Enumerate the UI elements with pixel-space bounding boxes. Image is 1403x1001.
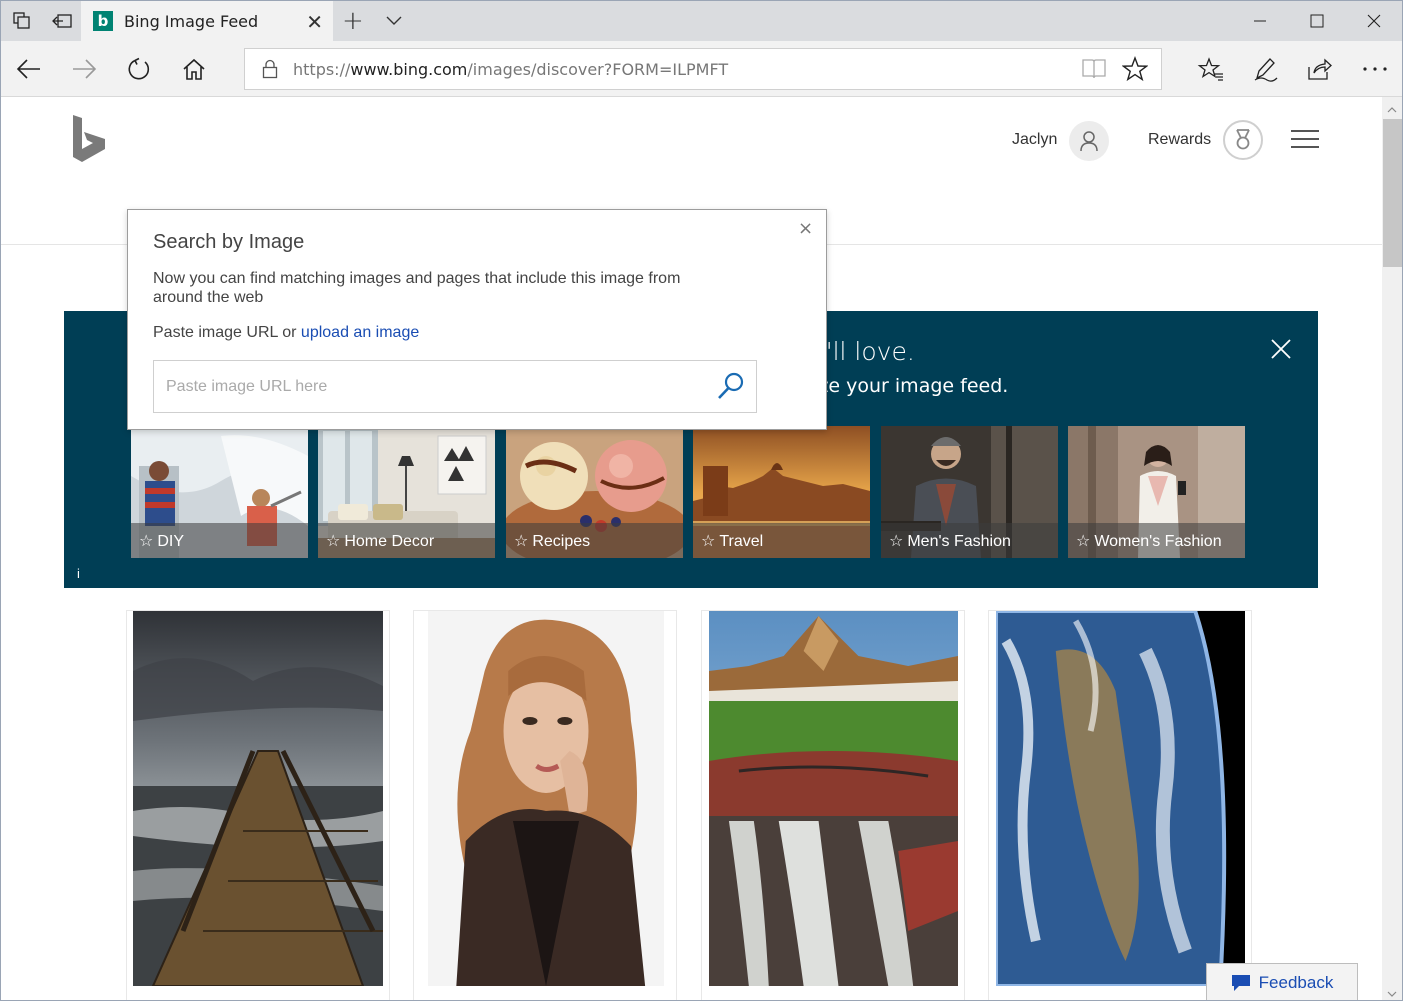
close-window-button[interactable]: [1346, 1, 1402, 41]
image-url-input[interactable]: [153, 360, 757, 413]
topic-tile-travel[interactable]: ☆ Travel: [693, 426, 870, 558]
browser-window: b Bing Image Feed ✕ + https://www.bing.c…: [0, 0, 1403, 1001]
tab-manager-icon[interactable]: [9, 9, 35, 33]
minimize-button[interactable]: [1232, 1, 1288, 41]
web-note-pen-icon[interactable]: [1250, 53, 1282, 85]
reading-view-icon[interactable]: [1081, 57, 1107, 86]
back-button[interactable]: [13, 53, 45, 85]
set-aside-tabs-icon[interactable]: [49, 9, 75, 33]
topic-tile-womens-fashion[interactable]: ☆ Women's Fashion: [1068, 426, 1245, 558]
avatar-icon[interactable]: [1069, 121, 1109, 161]
feed-card-portrait[interactable]: [413, 610, 677, 1000]
star-icon: ☆: [1076, 531, 1091, 550]
search-by-image-popup: Search by Image × Now you can find match…: [127, 209, 827, 430]
rewards-trophy-icon[interactable]: [1223, 120, 1263, 160]
bing-logo-icon[interactable]: [71, 115, 111, 165]
topic-label: ☆ DIY: [139, 531, 185, 550]
search-icon[interactable]: [715, 370, 747, 402]
user-name[interactable]: Jaclyn: [1012, 131, 1057, 149]
banner-close-icon[interactable]: [1269, 337, 1293, 361]
scroll-up-icon[interactable]: [1387, 101, 1397, 119]
topic-tile-mens-fashion[interactable]: ☆ Men's Fashion: [881, 426, 1058, 558]
star-icon: ☆: [514, 531, 529, 550]
vertical-scrollbar[interactable]: [1382, 97, 1402, 1000]
topic-label: ☆ Home Decor: [326, 531, 435, 550]
popup-title: Search by Image: [153, 231, 305, 253]
url-text: https://www.bing.com/images/discover?FOR…: [293, 60, 729, 79]
star-icon: ☆: [889, 531, 904, 550]
feed-image: [996, 611, 1245, 986]
feedback-label: Feedback: [1258, 972, 1334, 992]
favorites-hub-icon[interactable]: [1195, 53, 1227, 85]
new-tab-button[interactable]: +: [342, 6, 364, 36]
feedback-button[interactable]: Feedback: [1206, 963, 1358, 1000]
topic-label: ☆ Recipes: [514, 531, 591, 550]
feedback-chat-icon: [1231, 974, 1250, 991]
topic-label: ☆ Women's Fashion: [1076, 531, 1222, 550]
share-icon[interactable]: [1303, 53, 1335, 85]
bing-favicon-icon: b: [93, 11, 113, 31]
scroll-down-icon[interactable]: [1387, 985, 1397, 1000]
more-options-icon[interactable]: [1359, 53, 1391, 85]
refresh-button[interactable]: [123, 53, 155, 85]
tab-preview-chevron-icon[interactable]: [383, 9, 405, 31]
maximize-button[interactable]: [1289, 1, 1345, 41]
topic-tile-home-decor[interactable]: ☆ Home Decor: [318, 426, 495, 558]
menu-hamburger-icon[interactable]: [1291, 130, 1319, 152]
banner-info-icon[interactable]: i: [77, 566, 80, 581]
page-content: Jaclyn Rewards Discover and save ideas y…: [1, 97, 1382, 1000]
tab-title: Bing Image Feed: [124, 11, 259, 31]
star-icon: ☆: [701, 531, 716, 550]
popup-close-icon[interactable]: ×: [798, 218, 813, 239]
star-icon: ☆: [326, 531, 341, 550]
star-icon: ☆: [139, 531, 154, 550]
forward-button[interactable]: [68, 53, 100, 85]
scrollbar-thumb[interactable]: [1383, 119, 1402, 267]
topic-tile-diy[interactable]: ☆ DIY: [131, 426, 308, 558]
tab-close-icon[interactable]: ✕: [306, 10, 323, 34]
feed-card-pier[interactable]: [126, 610, 390, 1000]
navigation-bar: https://www.bing.com/images/discover?FOR…: [1, 41, 1402, 97]
address-bar[interactable]: https://www.bing.com/images/discover?FOR…: [244, 48, 1162, 90]
feed-image: [428, 611, 664, 986]
feed-card-waterfall[interactable]: [701, 610, 965, 1000]
paste-instructions: Paste image URL or upload an image: [153, 324, 420, 341]
tab-bar: b Bing Image Feed ✕ +: [1, 1, 1402, 41]
lock-icon: [262, 59, 278, 84]
popup-description: Now you can find matching images and pag…: [153, 270, 681, 306]
topic-tile-recipes[interactable]: ☆ Recipes: [506, 426, 683, 558]
topic-label: ☆ Travel: [701, 531, 764, 550]
upload-image-link[interactable]: upload an image: [301, 324, 419, 341]
topic-label: ☆ Men's Fashion: [889, 531, 1011, 550]
feed-image: [709, 611, 958, 986]
home-button[interactable]: [178, 53, 210, 85]
feed-card-earth[interactable]: [988, 610, 1252, 1000]
tab-bing-image-feed[interactable]: b Bing Image Feed ✕: [81, 1, 333, 41]
feed-image: [133, 611, 383, 986]
rewards-label[interactable]: Rewards: [1148, 131, 1211, 149]
favorite-star-icon[interactable]: [1121, 56, 1149, 87]
